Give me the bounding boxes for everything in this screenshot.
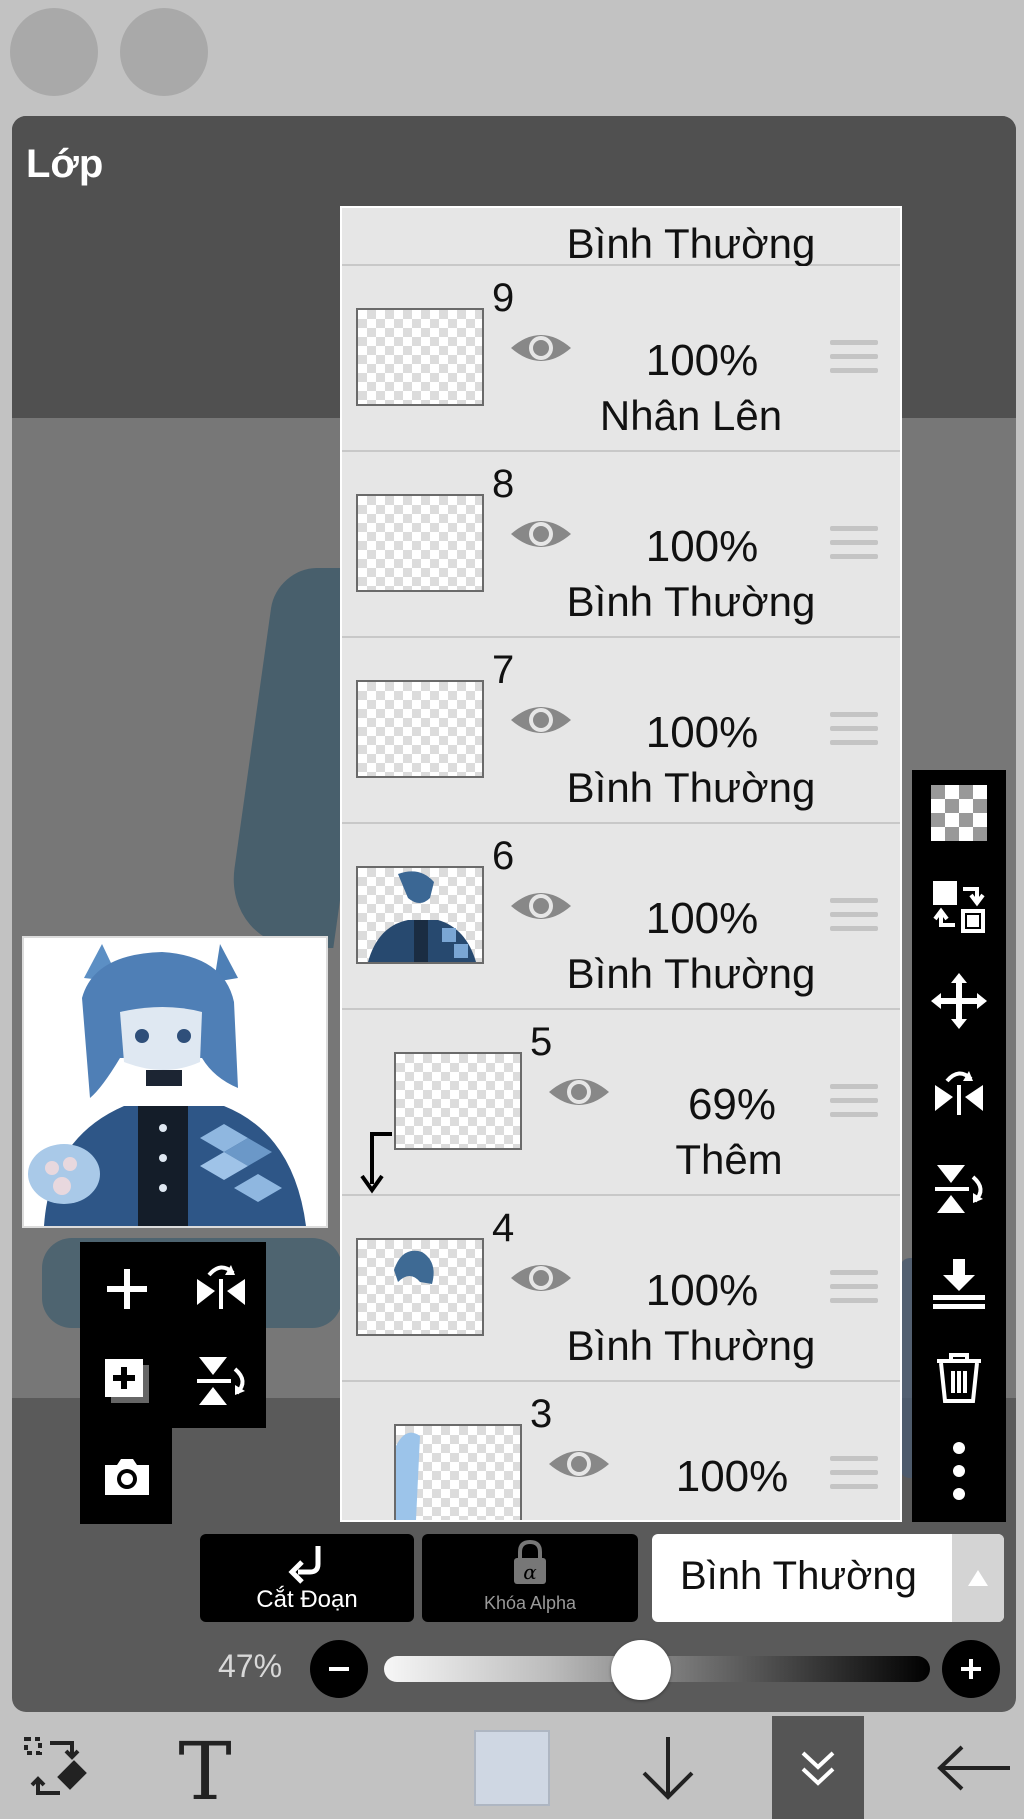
layer-opacity: 100% [675, 1452, 789, 1501]
transfer-layer-icon[interactable] [926, 874, 992, 940]
blend-mode-toggle[interactable] [952, 1534, 1004, 1622]
layer-blend-mode: Nhân Lên [599, 392, 783, 439]
eye-icon[interactable] [508, 514, 574, 554]
layer-tools-toolbar [912, 770, 1006, 1522]
color-swatch[interactable] [462, 1716, 562, 1819]
layer-number: 8 [492, 462, 515, 506]
color-swatch-fill [474, 1729, 550, 1806]
clipping-arrow-icon [360, 1132, 392, 1194]
eye-icon[interactable] [508, 328, 574, 368]
layer-opacity: 100% [645, 1266, 759, 1315]
flip-horizontal-icon[interactable] [926, 1062, 992, 1128]
text-icon[interactable]: T [150, 1716, 260, 1819]
layer-blend-mode: Bình Thường [566, 1322, 816, 1369]
top-bar [0, 0, 1024, 116]
add-layer-icon[interactable] [92, 1254, 162, 1324]
blend-mode-select[interactable]: Bình Thường [652, 1534, 1004, 1622]
layer-opacity: 100% [645, 336, 759, 385]
layer-thumbnail [356, 494, 484, 592]
back-arrow-icon[interactable] [924, 1716, 1024, 1819]
trash-icon[interactable] [926, 1344, 992, 1410]
layer-number: 7 [492, 648, 515, 692]
drag-handle-icon[interactable] [830, 712, 878, 748]
layer-thumbnail [356, 1238, 484, 1336]
layer-row[interactable]: 7 100% Bình Thường [342, 638, 900, 824]
eye-icon[interactable] [546, 1444, 612, 1484]
layers-toggle-button[interactable] [772, 1716, 864, 1819]
camera-icon[interactable] [92, 1442, 162, 1512]
layer-row[interactable]: 8 100% Bình Thường [342, 452, 900, 638]
layer-number: 6 [492, 834, 515, 878]
alpha-lock-button[interactable]: α Khóa Alpha [422, 1534, 638, 1622]
drag-handle-icon[interactable] [830, 1270, 878, 1306]
layer-row[interactable]: 5 69% Thêm [342, 1010, 900, 1196]
eye-icon[interactable] [508, 886, 574, 926]
move-icon[interactable] [926, 968, 992, 1034]
opacity-slider-thumb[interactable] [610, 1640, 671, 1700]
drag-handle-icon[interactable] [830, 1084, 878, 1120]
alpha-lock-label: Khóa Alpha [483, 1593, 577, 1613]
merge-down-icon[interactable] [926, 1250, 992, 1316]
minus-icon [329, 1667, 349, 1671]
increase-opacity-button[interactable] [942, 1640, 1000, 1698]
clipping-icon [288, 1546, 321, 1584]
drag-handle-icon[interactable] [830, 1456, 878, 1492]
layer-blend-mode: Bình Thường [566, 220, 816, 267]
layer-opacity: 100% [645, 894, 759, 943]
layer-thumbnail [356, 308, 484, 406]
eye-icon[interactable] [508, 700, 574, 740]
checkerboard-icon[interactable] [926, 780, 992, 846]
double-chevron-down-icon [801, 1751, 835, 1786]
plus-icon [961, 1659, 981, 1679]
layer-number: 5 [530, 1020, 553, 1064]
layer-blend-mode: Bình Thường [566, 764, 816, 811]
more-icon[interactable] [926, 1438, 992, 1504]
flip-vertical-icon[interactable] [926, 1156, 992, 1222]
layer-thumbnail [356, 680, 484, 778]
eye-icon[interactable] [508, 1258, 574, 1298]
transform-eraser-icon[interactable] [0, 1716, 110, 1819]
drag-handle-icon[interactable] [830, 340, 878, 376]
redo-button[interactable] [120, 8, 208, 96]
layer-blend-mode: Bình Thường [566, 950, 816, 997]
layer-row[interactable]: 6 100% Bình Thường [342, 824, 900, 1010]
flip-horizontal-icon[interactable] [186, 1254, 256, 1324]
duplicate-layer-icon[interactable] [92, 1346, 162, 1416]
bottom-toolbar: T [0, 1716, 1024, 1819]
svg-text:α: α [523, 1560, 537, 1584]
opacity-value: 47% [218, 1648, 283, 1684]
panel-title: Lớp [26, 142, 104, 186]
eye-icon[interactable] [546, 1072, 612, 1112]
layer-number: 4 [492, 1206, 515, 1250]
layer-thumbnail [356, 866, 484, 964]
canvas-preview[interactable] [22, 936, 328, 1228]
layer-thumbnail [394, 1052, 522, 1150]
layer-list[interactable]: Bình Thường 9 100% Nhân Lên 8 100% Bình … [340, 206, 902, 1522]
undo-button[interactable] [10, 8, 98, 96]
svg-text:T: T [178, 1731, 231, 1805]
layer-number: 3 [530, 1392, 553, 1436]
layer-blend-mode: Thêm [675, 1136, 783, 1183]
blend-mode-value: Bình Thường [680, 1554, 917, 1598]
layer-thumbnail [394, 1424, 522, 1520]
layer-opacity: 69% [687, 1080, 777, 1129]
layer-opacity: 100% [645, 522, 759, 571]
flip-vertical-icon[interactable] [186, 1346, 256, 1416]
layer-row[interactable]: 3 100% [342, 1382, 900, 1520]
layer-row[interactable]: Bình Thường [342, 208, 900, 267]
lock-icon: α [514, 1540, 546, 1584]
drag-handle-icon[interactable] [830, 526, 878, 562]
decrease-opacity-button[interactable] [310, 1640, 368, 1698]
layer-opacity: 100% [645, 708, 759, 757]
clipping-button[interactable]: Cắt Đoạn [200, 1534, 414, 1622]
layer-row[interactable]: 9 100% Nhân Lên [342, 266, 900, 452]
layer-blend-mode: Bình Thường [566, 578, 816, 625]
triangle-up-icon [968, 1570, 988, 1586]
drag-handle-icon[interactable] [830, 898, 878, 934]
arrow-down-icon[interactable] [618, 1716, 718, 1819]
layer-row[interactable]: 4 100% Bình Thường [342, 1196, 900, 1382]
clipping-label: Cắt Đoạn [256, 1586, 358, 1613]
layer-number: 9 [492, 276, 515, 320]
